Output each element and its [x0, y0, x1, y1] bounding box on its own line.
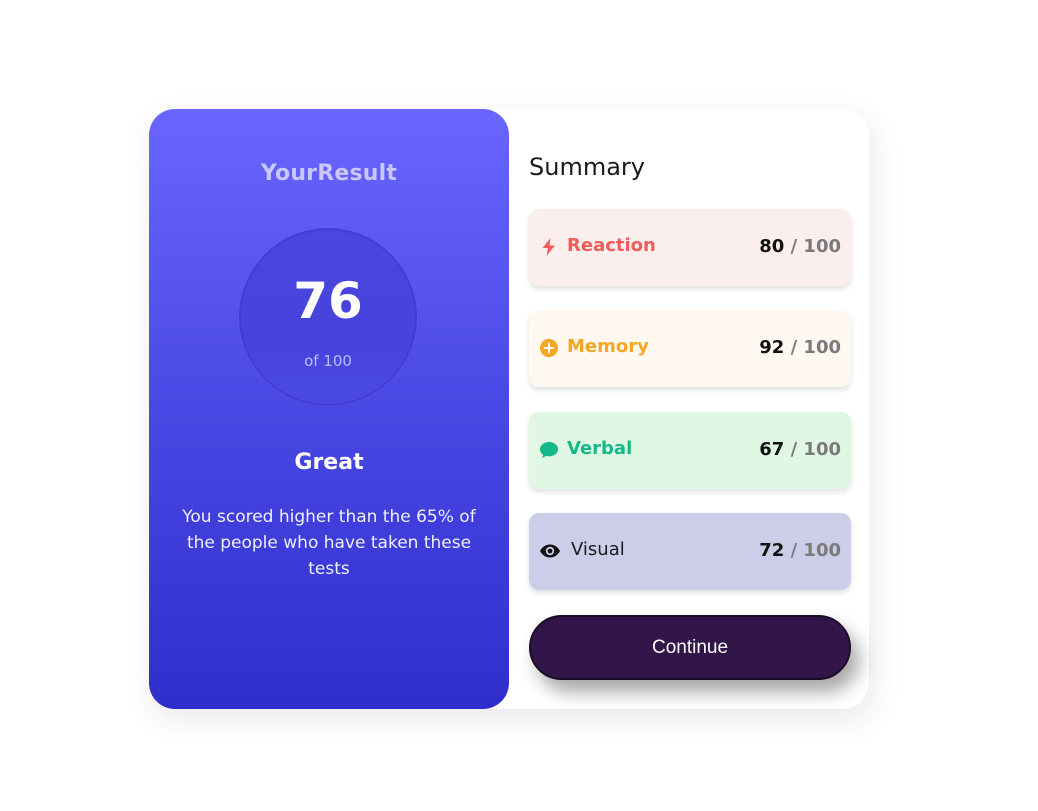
lightning-icon [539, 237, 559, 257]
result-panel: YourResult 76 of 100 Great You scored hi… [149, 109, 509, 709]
score-total: of 100 [304, 352, 352, 370]
summary-item-score: 72 / 100 [759, 540, 841, 561]
summary-item-score: 67 / 100 [759, 439, 841, 460]
summary-item-verbal: Verbal 67 / 100 [529, 412, 851, 489]
score-value: 76 [293, 272, 363, 330]
plus-circle-icon [539, 338, 559, 358]
summary-item-score: 92 / 100 [759, 337, 841, 358]
summary-panel: Summary Reaction 80 / 100 Memory 92 / 10… [529, 109, 851, 709]
continue-button[interactable]: Continue [529, 615, 851, 680]
summary-item-reaction: Reaction 80 / 100 [529, 209, 851, 286]
result-title: YourResult [260, 161, 398, 186]
score-circle: 76 of 100 [239, 228, 417, 406]
eye-icon [539, 541, 561, 561]
summary-item-visual: Visual 72 / 100 [529, 513, 851, 590]
chat-bubble-icon [539, 440, 559, 460]
summary-item-label: Memory [567, 336, 649, 357]
summary-item-label: Visual [571, 539, 625, 560]
summary-item-score: 80 / 100 [759, 236, 841, 257]
summary-item-label: Reaction [567, 235, 656, 256]
summary-item-label: Verbal [567, 438, 633, 459]
summary-item-memory: Memory 92 / 100 [529, 310, 851, 387]
verdict-description: You scored higher than the 65% of the pe… [182, 507, 476, 579]
summary-title: Summary [529, 153, 645, 181]
verdict-heading: Great [294, 450, 364, 475]
result-summary-card: YourResult 76 of 100 Great You scored hi… [149, 109, 869, 709]
